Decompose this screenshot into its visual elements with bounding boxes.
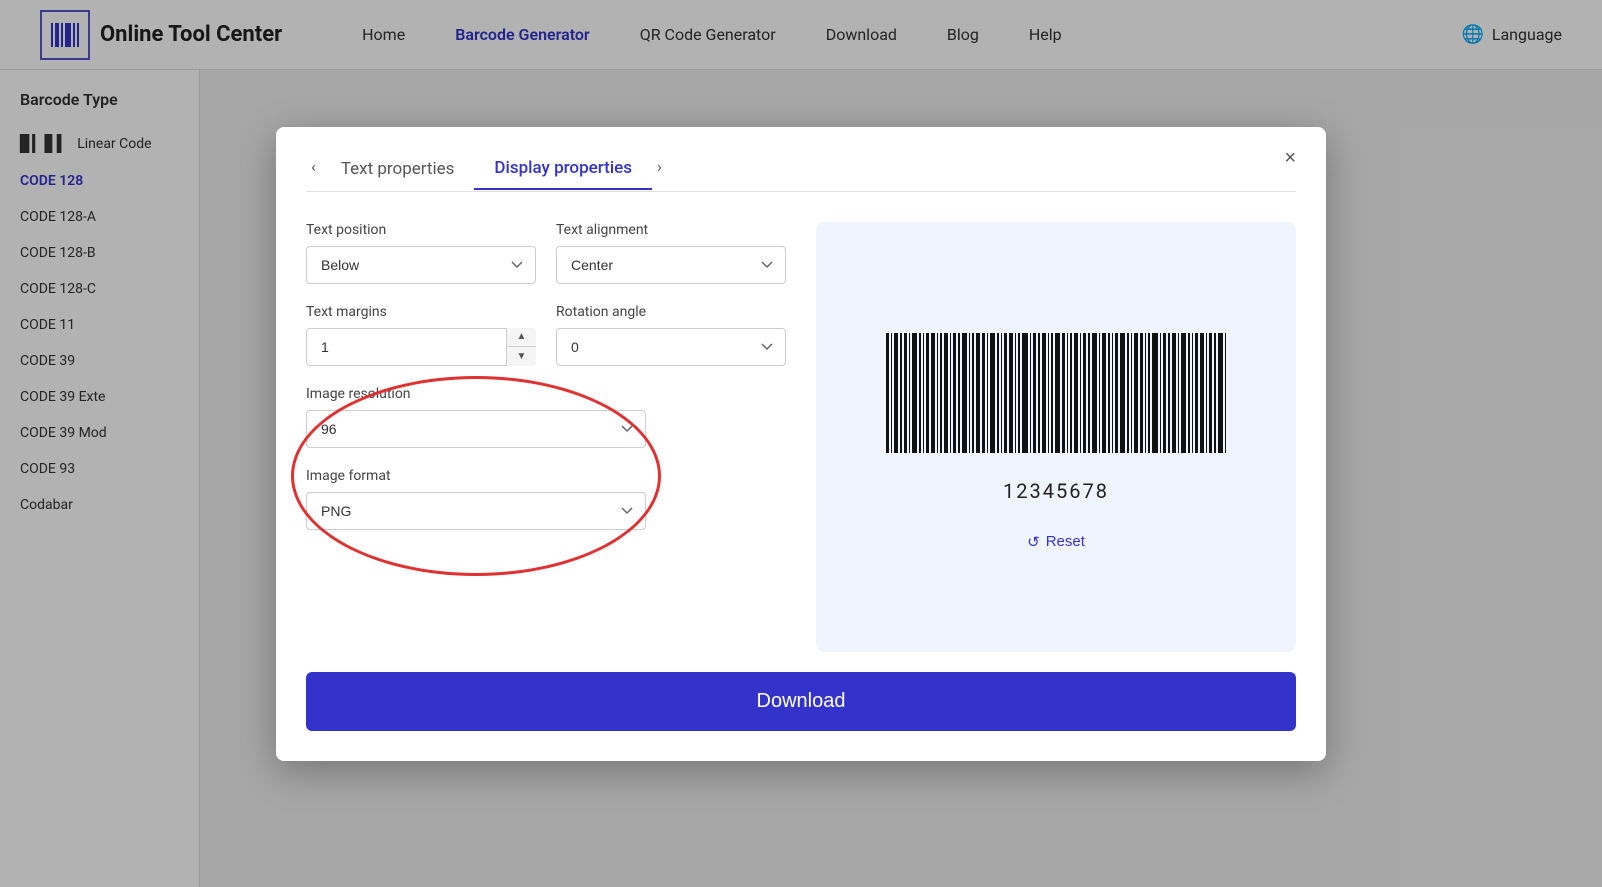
reset-icon: ↺ [1027,533,1040,551]
download-button[interactable]: Download [306,672,1296,731]
modal-form: Text position Below Above None Text alig… [306,222,786,652]
image-resolution-label: Image resolution [306,386,786,402]
rotation-angle-label: Rotation angle [556,304,786,320]
form-group-text-margins: Text margins ▲ ▼ [306,304,536,366]
form-group-text-alignment: Text alignment Center Left Right [556,222,786,284]
form-group-text-position: Text position Below Above None [306,222,536,284]
text-position-select[interactable]: Below Above None [306,246,536,284]
image-format-select[interactable]: PNG SVG JPG BMP [306,492,646,530]
spinner-down-button[interactable]: ▼ [507,347,536,366]
form-group-rotation: Rotation angle 0 90 180 270 [556,304,786,366]
barcode-preview: 12345678 [881,333,1231,503]
reset-label: Reset [1046,533,1085,550]
rotation-angle-select[interactable]: 0 90 180 270 [556,328,786,366]
image-resolution-select[interactable]: 96 72 150 300 [306,410,646,448]
modal-dialog: ‹ Text properties Display properties › ×… [276,127,1326,761]
spinner-buttons: ▲ ▼ [506,328,536,366]
modal-prev-arrow[interactable]: ‹ [306,157,321,176]
text-margins-label: Text margins [306,304,536,320]
form-group-image-resolution: Image resolution 96 72 150 300 [306,386,786,448]
text-alignment-select[interactable]: Center Left Right [556,246,786,284]
tab-display-properties[interactable]: Display properties [474,158,652,190]
form-row-2: Text margins ▲ ▼ Rotation angle 0 90 [306,304,786,366]
barcode-image [881,333,1231,473]
reset-button[interactable]: ↺ Reset [1027,533,1085,551]
barcode-number: 12345678 [1003,479,1109,503]
form-row-1: Text position Below Above None Text alig… [306,222,786,284]
text-margins-spinner-wrapper: ▲ ▼ [306,328,536,366]
modal-body: Text position Below Above None Text alig… [306,222,1296,652]
text-alignment-label: Text alignment [556,222,786,238]
modal-close-button[interactable]: × [1284,147,1296,170]
text-position-label: Text position [306,222,536,238]
tab-text-properties[interactable]: Text properties [321,159,475,189]
spinner-up-button[interactable]: ▲ [507,328,536,348]
highlighted-section: Image resolution 96 72 150 300 Image for… [306,386,786,530]
form-group-image-format: Image format PNG SVG JPG BMP [306,468,786,530]
modal-next-arrow[interactable]: › [652,157,667,176]
image-format-label: Image format [306,468,786,484]
barcode-preview-panel: 12345678 ↺ Reset [816,222,1296,652]
modal-header: ‹ Text properties Display properties › × [306,157,1296,192]
text-margins-input[interactable] [306,328,536,366]
